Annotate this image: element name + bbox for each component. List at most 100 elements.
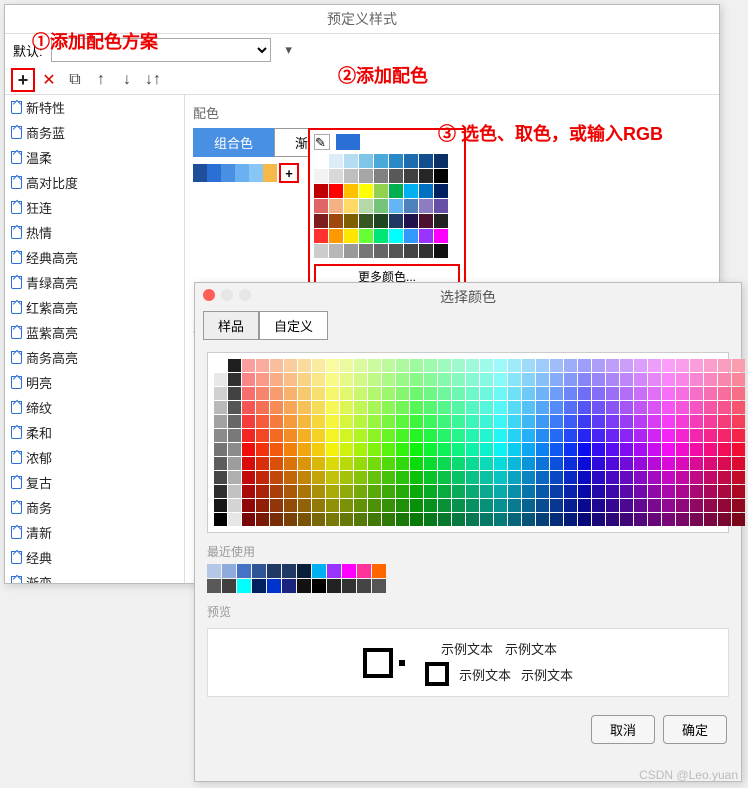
palette-cell[interactable] — [284, 387, 297, 400]
palette-cell[interactable] — [466, 499, 479, 512]
palette-cell[interactable] — [690, 387, 703, 400]
palette-cell[interactable] — [480, 359, 493, 372]
palette-cell[interactable] — [368, 471, 381, 484]
palette-cell[interactable] — [690, 443, 703, 456]
palette-cell[interactable] — [522, 401, 535, 414]
palette-cell[interactable] — [494, 485, 507, 498]
palette-cell[interactable] — [704, 457, 717, 470]
palette-cell[interactable] — [242, 373, 255, 386]
palette-cell[interactable] — [732, 359, 745, 372]
palette-cell[interactable] — [536, 359, 549, 372]
palette-cell[interactable] — [718, 415, 731, 428]
palette-cell[interactable] — [284, 471, 297, 484]
color-swatch[interactable] — [207, 164, 221, 182]
palette-cell[interactable] — [522, 457, 535, 470]
palette-cell[interactable] — [344, 199, 358, 213]
big-palette[interactable] — [214, 359, 722, 526]
palette-cell[interactable] — [676, 429, 689, 442]
palette-cell[interactable] — [620, 471, 633, 484]
palette-cell[interactable] — [662, 373, 675, 386]
palette-cell[interactable] — [340, 401, 353, 414]
palette-cell[interactable] — [508, 499, 521, 512]
palette-cell[interactable] — [466, 415, 479, 428]
palette-cell[interactable] — [410, 443, 423, 456]
palette-cell[interactable] — [354, 359, 367, 372]
palette-cell[interactable] — [662, 443, 675, 456]
palette-cell[interactable] — [368, 499, 381, 512]
palette-cell[interactable] — [396, 415, 409, 428]
palette-cell[interactable] — [648, 457, 661, 470]
palette-cell[interactable] — [438, 415, 451, 428]
palette-cell[interactable] — [354, 471, 367, 484]
palette-cell[interactable] — [214, 429, 227, 442]
palette-cell[interactable] — [256, 429, 269, 442]
palette-cell[interactable] — [354, 499, 367, 512]
palette-cell[interactable] — [704, 471, 717, 484]
palette-cell[interactable] — [620, 499, 633, 512]
palette-cell[interactable] — [256, 513, 269, 526]
palette-cell[interactable] — [312, 485, 325, 498]
add-color-button[interactable]: + — [279, 163, 299, 183]
recent-color-cell[interactable] — [252, 579, 266, 593]
palette-cell[interactable] — [480, 499, 493, 512]
color-swatch[interactable] — [221, 164, 235, 182]
palette-cell[interactable] — [312, 415, 325, 428]
palette-cell[interactable] — [466, 387, 479, 400]
recent-color-cell[interactable] — [357, 579, 371, 593]
palette-cell[interactable] — [718, 359, 731, 372]
palette-cell[interactable] — [438, 401, 451, 414]
palette-cell[interactable] — [374, 214, 388, 228]
palette-cell[interactable] — [312, 387, 325, 400]
recent-color-cell[interactable] — [312, 564, 326, 578]
palette-cell[interactable] — [704, 401, 717, 414]
palette-cell[interactable] — [228, 499, 241, 512]
palette-cell[interactable] — [634, 471, 647, 484]
recent-color-cell[interactable] — [327, 564, 341, 578]
palette-cell[interactable] — [396, 457, 409, 470]
palette-cell[interactable] — [242, 415, 255, 428]
palette-cell[interactable] — [329, 154, 343, 168]
palette-cell[interactable] — [732, 415, 745, 428]
palette-cell[interactable] — [256, 401, 269, 414]
palette-cell[interactable] — [578, 513, 591, 526]
palette-cell[interactable] — [606, 513, 619, 526]
palette-cell[interactable] — [452, 499, 465, 512]
recent-color-cell[interactable] — [342, 564, 356, 578]
palette-cell[interactable] — [424, 499, 437, 512]
palette-cell[interactable] — [718, 499, 731, 512]
palette-cell[interactable] — [214, 359, 227, 372]
palette-cell[interactable] — [718, 373, 731, 386]
palette-cell[interactable] — [270, 457, 283, 470]
palette-cell[interactable] — [578, 387, 591, 400]
palette-cell[interactable] — [284, 485, 297, 498]
palette-cell[interactable] — [564, 471, 577, 484]
palette-cell[interactable] — [592, 471, 605, 484]
palette-cell[interactable] — [508, 513, 521, 526]
palette-cell[interactable] — [480, 415, 493, 428]
palette-cell[interactable] — [340, 359, 353, 372]
palette-cell[interactable] — [410, 401, 423, 414]
palette-cell[interactable] — [494, 415, 507, 428]
tab-custom[interactable]: 自定义 — [259, 311, 328, 340]
palette-cell[interactable] — [732, 471, 745, 484]
palette-cell[interactable] — [326, 471, 339, 484]
palette-cell[interactable] — [242, 457, 255, 470]
palette-cell[interactable] — [359, 169, 373, 183]
palette-cell[interactable] — [314, 214, 328, 228]
palette-cell[interactable] — [564, 415, 577, 428]
palette-cell[interactable] — [522, 387, 535, 400]
palette-cell[interactable] — [374, 169, 388, 183]
palette-cell[interactable] — [389, 184, 403, 198]
palette-cell[interactable] — [359, 244, 373, 258]
recent-color-cell[interactable] — [282, 564, 296, 578]
palette-cell[interactable] — [704, 485, 717, 498]
list-item[interactable]: 经典高亮 — [5, 245, 184, 270]
palette-cell[interactable] — [228, 457, 241, 470]
palette-cell[interactable] — [214, 373, 227, 386]
palette-cell[interactable] — [620, 457, 633, 470]
palette-cell[interactable] — [389, 199, 403, 213]
palette-cell[interactable] — [434, 214, 448, 228]
palette-cell[interactable] — [312, 401, 325, 414]
palette-cell[interactable] — [368, 387, 381, 400]
palette-cell[interactable] — [494, 387, 507, 400]
